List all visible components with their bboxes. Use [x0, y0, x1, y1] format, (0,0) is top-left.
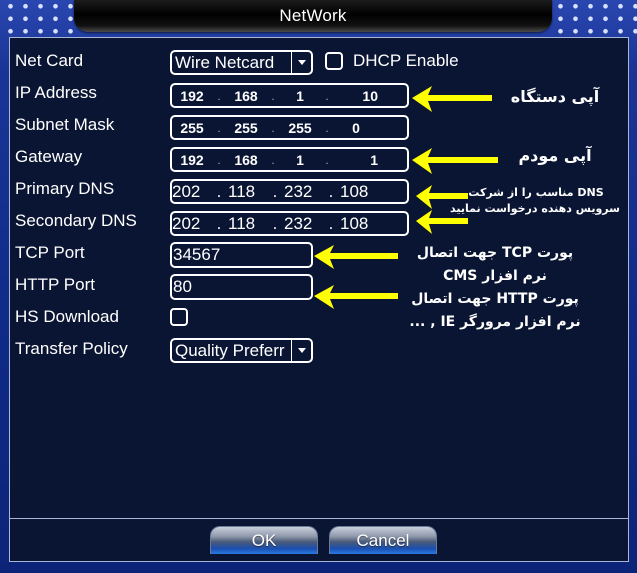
octet-separator: .: [217, 88, 221, 103]
subnet-mask-label: Subnet Mask: [15, 115, 115, 134]
annotation-tcp-line2: نرم افزار CMS: [443, 268, 547, 284]
gateway-label: Gateway: [15, 147, 83, 166]
ok-button[interactable]: OK: [210, 526, 318, 554]
ip-address-field[interactable]: 192. 168. 1. 10: [170, 83, 409, 108]
ip-octet[interactable]: 255: [280, 120, 320, 136]
window-title: NetWork: [279, 6, 347, 25]
annotation-modem-ip: آپی مودم: [518, 146, 592, 165]
transfer-policy-value: Quality Preferr: [175, 340, 285, 360]
net-card-select[interactable]: Wire Netcard: [170, 50, 313, 75]
arrow-left-icon: [412, 148, 498, 174]
ip-octet[interactable]: 1: [334, 152, 378, 168]
decorative-dots: [550, 0, 637, 34]
annotation-tcp-line1: پورت TCP جهت اتصال: [416, 245, 574, 261]
octet-separator: .: [216, 181, 222, 201]
dhcp-enable-checkbox[interactable]: [325, 52, 343, 70]
hs-download-label: HS Download: [15, 307, 119, 326]
tcp-port-input[interactable]: 34567: [170, 242, 313, 268]
annotation-device-ip: آپی دستگاه: [510, 87, 600, 106]
dropdown-arrow-icon[interactable]: [291, 340, 311, 361]
title-bar: NetWork: [74, 0, 552, 32]
ip-octet[interactable]: 192: [172, 88, 212, 104]
primary-dns-label: Primary DNS: [15, 179, 115, 198]
transfer-policy-select[interactable]: Quality Preferr: [170, 338, 313, 363]
octet-separator: .: [325, 152, 329, 167]
primary-dns-field[interactable]: 202. 118. 232. 108: [170, 179, 409, 204]
window-frame: NetWork Net Card IP Address Subnet Mask …: [0, 0, 637, 573]
ip-octet[interactable]: 10: [334, 88, 378, 104]
octet-separator: .: [325, 120, 329, 135]
ip-octet[interactable]: 108: [340, 214, 378, 234]
ip-address-label: IP Address: [15, 83, 97, 102]
ip-octet[interactable]: 192: [172, 152, 212, 168]
secondary-dns-field[interactable]: 202. 118. 232. 108: [170, 211, 409, 236]
octet-separator: .: [272, 181, 278, 201]
net-card-label: Net Card: [15, 51, 84, 70]
http-port-label: HTTP Port: [15, 275, 95, 294]
gateway-field[interactable]: 192. 168. 1. 1: [170, 147, 409, 172]
annotation-http-line1: پورت HTTP جهت اتصال: [411, 291, 579, 307]
ip-octet[interactable]: 118: [228, 214, 266, 234]
decorative-dots: [0, 0, 78, 34]
octet-separator: .: [271, 88, 275, 103]
ip-octet[interactable]: 202: [172, 182, 210, 202]
net-card-value: Wire Netcard: [175, 52, 275, 72]
octet-separator: .: [217, 152, 221, 167]
cancel-button[interactable]: Cancel: [329, 526, 437, 554]
annotation-http-line2: نرم افزار مرورگر IE , ...: [409, 314, 581, 330]
ip-octet[interactable]: 108: [340, 182, 378, 202]
hs-download-checkbox[interactable]: [170, 308, 188, 326]
ip-octet[interactable]: 232: [284, 182, 322, 202]
octet-separator: .: [328, 181, 334, 201]
ip-octet[interactable]: 255: [226, 120, 266, 136]
arrow-left-icon: [314, 285, 398, 309]
octet-separator: .: [325, 88, 329, 103]
octet-separator: .: [272, 213, 278, 233]
dropdown-arrow-icon[interactable]: [291, 52, 311, 73]
http-port-input[interactable]: 80: [170, 274, 313, 300]
ip-octet[interactable]: 168: [226, 152, 266, 168]
dialog-footer: [9, 518, 629, 562]
annotation-dns-line1: DNS مناسب را از شرکت: [468, 186, 604, 199]
ip-octet[interactable]: 168: [226, 88, 266, 104]
octet-separator: .: [328, 213, 334, 233]
octet-separator: .: [271, 120, 275, 135]
transfer-policy-label: Transfer Policy: [15, 339, 128, 358]
ip-octet[interactable]: 118: [228, 182, 266, 202]
octet-separator: .: [271, 152, 275, 167]
ip-octet[interactable]: 1: [280, 88, 320, 104]
arrow-left-icon: [314, 245, 398, 269]
ip-octet[interactable]: 255: [172, 120, 212, 136]
arrow-left-icon: [412, 86, 492, 112]
octet-separator: .: [217, 120, 221, 135]
ip-octet[interactable]: 232: [284, 214, 322, 234]
dhcp-enable-label: DHCP Enable: [353, 51, 459, 70]
ip-octet[interactable]: 0: [334, 120, 378, 136]
secondary-dns-label: Secondary DNS: [15, 211, 137, 230]
ip-octet[interactable]: 1: [280, 152, 320, 168]
octet-separator: .: [216, 213, 222, 233]
ip-octet[interactable]: 202: [172, 214, 210, 234]
annotation-dns-line2: سرویس دهنده درخواست نمایید: [450, 202, 620, 215]
tcp-port-label: TCP Port: [15, 243, 85, 262]
subnet-mask-field[interactable]: 255. 255. 255. 0: [170, 115, 409, 140]
